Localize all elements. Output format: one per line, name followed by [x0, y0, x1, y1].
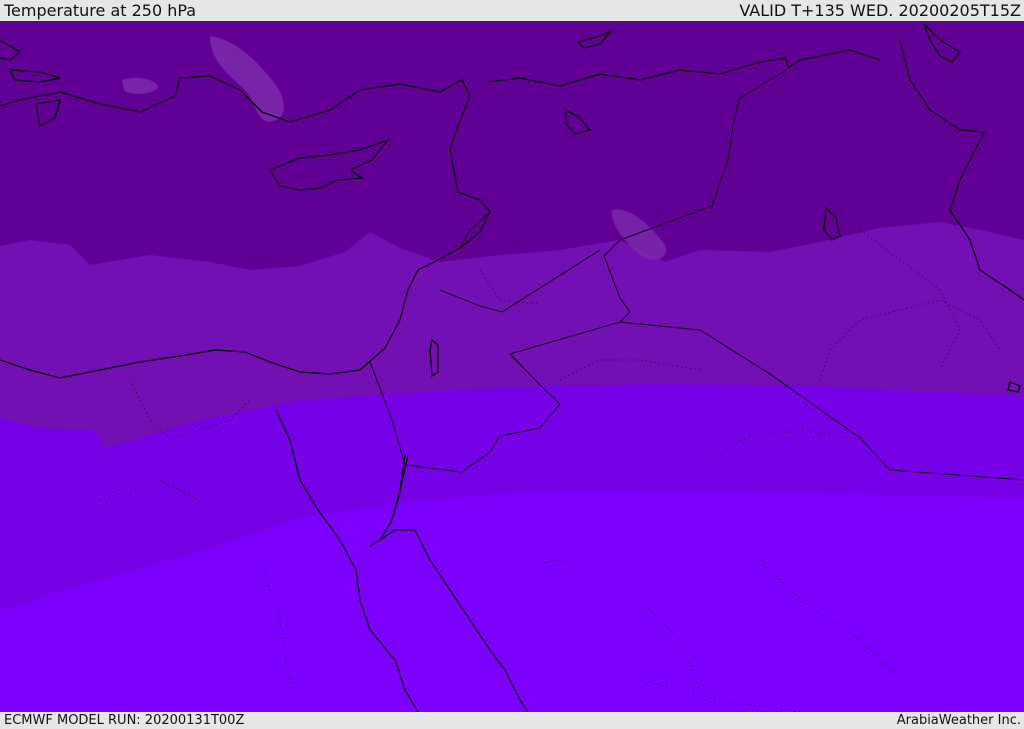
temperature-map — [0, 21, 1024, 712]
credit: ArabiaWeather Inc. — [896, 713, 1021, 728]
header-bar: Temperature at 250 hPa VALID T+135 WED. … — [0, 0, 1024, 21]
model-run: ECMWF MODEL RUN: 20200131T00Z — [4, 713, 245, 728]
footer-bar: ECMWF MODEL RUN: 20200131T00Z ArabiaWeat… — [0, 712, 1024, 729]
valid-time: VALID T+135 WED. 20200205T15Z — [739, 1, 1021, 20]
map-title: Temperature at 250 hPa — [4, 1, 197, 20]
